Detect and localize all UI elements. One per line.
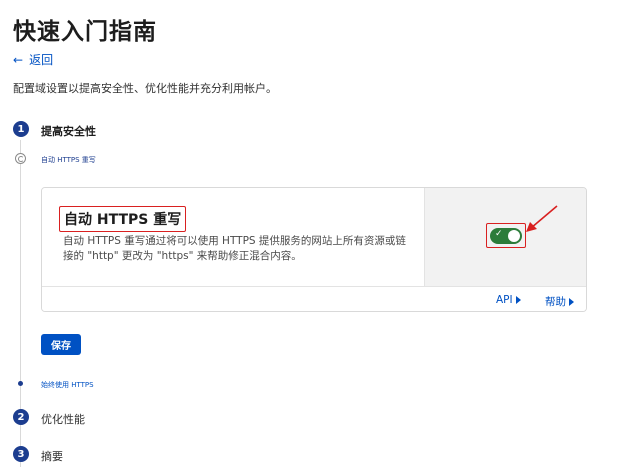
setting-card-content: 自动 HTTPS 重写 自动 HTTPS 重写通过将可以使用 HTTPS 提供服… [42,188,424,286]
https-rewrite-toggle[interactable]: ✓ [490,227,522,244]
setting-card: 自动 HTTPS 重写 自动 HTTPS 重写通过将可以使用 HTTPS 提供服… [41,187,587,312]
step-1-number: 1 [13,121,29,137]
toggle-highlight: ✓ [486,223,526,248]
page-description: 配置域设置以提高安全性、优化性能并充分利用帐户。 [13,82,277,95]
arrow-left-icon: ← [13,52,24,67]
setting-card-footer: API 帮助 [42,286,586,311]
step-3-number: 3 [13,446,29,462]
setting-title: 自动 HTTPS 重写 [59,206,187,232]
half-circle-progress-icon [15,153,26,164]
back-link[interactable]: ← 返回 [13,51,53,68]
caret-right-icon [569,297,574,306]
help-link[interactable]: 帮助 [545,294,574,309]
save-button[interactable]: 保存 [41,334,81,355]
step-3-label[interactable]: 摘要 [41,448,63,464]
caret-right-icon [515,296,521,304]
api-link-label: API [496,294,513,306]
check-icon: ✓ [495,228,503,239]
step-2-label[interactable]: 优化性能 [41,411,85,427]
api-link[interactable]: API [496,294,521,306]
setting-card-control: ✓ [424,188,586,286]
help-link-label: 帮助 [545,296,566,308]
setting-description: 自动 HTTPS 重写通过将可以使用 HTTPS 提供服务的网站上所有资源或链接… [63,235,406,262]
page-title: 快速入门指南 [13,19,157,45]
step-1-label[interactable]: 提高安全性 [41,123,96,139]
step-2-number: 2 [13,409,29,425]
substep-current-label: 自动 HTTPS 重写 [41,156,96,164]
substep-next-label[interactable]: 始终使用 HTTPS [41,380,94,390]
substep-next-dot [18,381,23,386]
annotation-arrow-icon [526,205,558,232]
back-link-label: 返回 [29,53,54,67]
toggle-knob [508,229,520,242]
